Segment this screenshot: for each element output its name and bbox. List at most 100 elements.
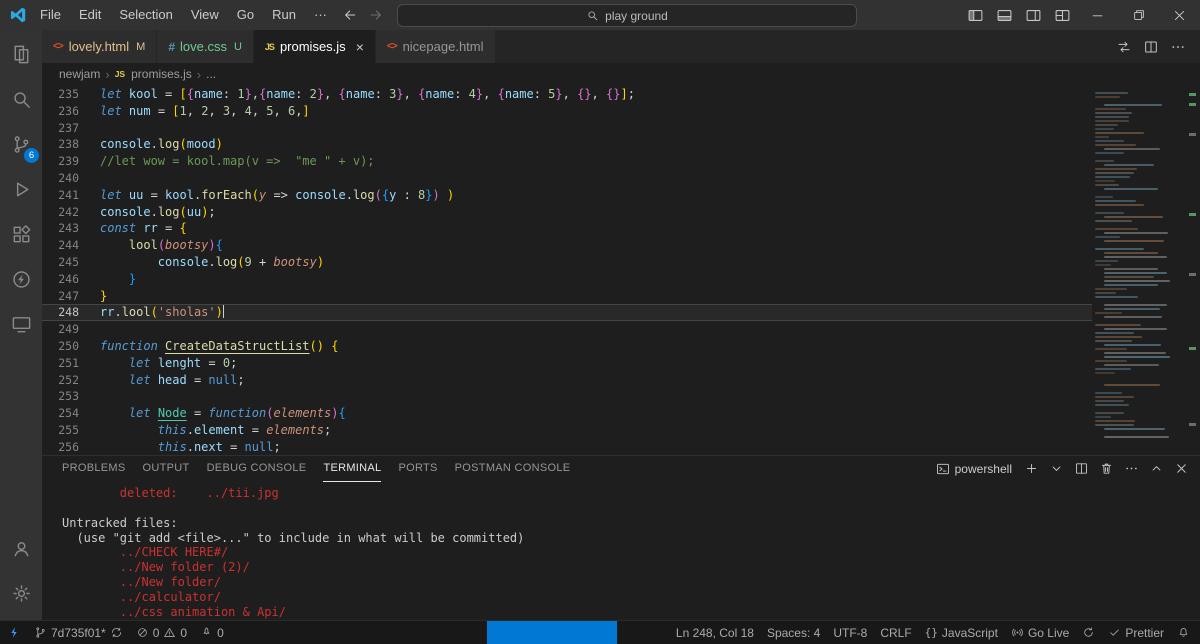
account-icon[interactable] (0, 526, 42, 571)
toggle-secondary-sidebar-icon[interactable] (1019, 0, 1048, 30)
breadcrumb-symbol[interactable]: ... (206, 67, 216, 81)
code-line-248[interactable]: 248 rr.lool('sholas') (42, 304, 1200, 322)
status-bar: 7d735f01* 0 0 0 Ln 248, Col 18 Spaces: 4… (0, 620, 1200, 644)
code-line-250[interactable]: 250 function CreateDataStructList() { (42, 338, 1200, 355)
panel-more-actions-icon[interactable] (1120, 458, 1142, 480)
minimize-window-button[interactable] (1077, 0, 1118, 30)
rocket-status[interactable]: 0 (200, 621, 224, 644)
tab-label: lovely.html (68, 39, 130, 54)
code-line-237[interactable]: 237 (42, 120, 1200, 137)
indentation-setting[interactable]: Spaces: 4 (767, 621, 820, 644)
tab-promises.js[interactable]: JS promises.js × (253, 30, 376, 63)
panel-tab-terminal[interactable]: TERMINAL (323, 456, 382, 482)
code-line-243[interactable]: 243 const rr = { (42, 220, 1200, 237)
panel-tab-postman-console[interactable]: POSTMAN CONSOLE (455, 456, 571, 482)
menu-edit[interactable]: Edit (70, 0, 110, 30)
code-line-239[interactable]: 239//let wow = kool.map(v => "me " + v); (42, 153, 1200, 170)
code-line-235[interactable]: 235 let kool = [{name: 1},{name: 2}, {nam… (42, 86, 1200, 103)
tab-love.css[interactable]: # love.css U (157, 30, 254, 63)
menu-go[interactable]: Go (228, 0, 263, 30)
command-center-search[interactable]: play ground (397, 4, 857, 27)
braces-icon: {} (924, 626, 938, 639)
terminal-dropdown-icon[interactable] (1045, 458, 1067, 480)
menu-overflow[interactable]: ··· (305, 0, 336, 30)
breadcrumb-file[interactable]: promises.js (131, 67, 192, 81)
status-accent-segment[interactable] (487, 621, 617, 644)
code-line-240[interactable]: 240 (42, 170, 1200, 187)
encoding-setting[interactable]: UTF-8 (833, 621, 867, 644)
extensions-icon[interactable] (0, 212, 42, 257)
close-window-button[interactable] (1159, 0, 1200, 30)
close-panel-icon[interactable] (1170, 458, 1192, 480)
compare-changes-icon[interactable] (1111, 32, 1136, 62)
menu-selection[interactable]: Selection (110, 0, 181, 30)
code-line-254[interactable]: 254 let Node = function(elements){ (42, 405, 1200, 422)
terminal-shell-selector[interactable]: powershell (936, 462, 1012, 476)
code-line-252[interactable]: 252 let head = null; (42, 372, 1200, 389)
forward-arrow-icon[interactable] (368, 7, 384, 23)
notifications-bell-icon[interactable] (1177, 621, 1190, 644)
new-terminal-icon[interactable] (1020, 458, 1042, 480)
code-line-256[interactable]: 256 this.next = null; (42, 439, 1200, 455)
toggle-sidebar-icon[interactable] (961, 0, 990, 30)
code-line-238[interactable]: 238 console.log(mood) (42, 136, 1200, 153)
remote-indicator-icon[interactable] (8, 621, 21, 644)
panel-tab-problems[interactable]: PROBLEMS (62, 456, 126, 482)
breadcrumb-folder[interactable]: newjam (59, 67, 100, 81)
toggle-panel-icon[interactable] (990, 0, 1019, 30)
customize-layout-icon[interactable] (1048, 0, 1077, 30)
code-line-255[interactable]: 255 this.element = elements; (42, 422, 1200, 439)
panel-tab-output[interactable]: OUTPUT (143, 456, 190, 482)
back-arrow-icon[interactable] (342, 7, 358, 23)
panel-tab-ports[interactable]: PORTS (398, 456, 437, 482)
kill-terminal-icon[interactable] (1095, 458, 1117, 480)
breadcrumb: newjam › JS promises.js › ... (42, 63, 1200, 85)
source-control-icon[interactable]: 6 (0, 122, 42, 167)
code-line-245[interactable]: 245 console.log(9 + bootsy) (42, 254, 1200, 271)
menu-view[interactable]: View (182, 0, 228, 30)
minimap[interactable] (1092, 85, 1186, 455)
code-line-247[interactable]: 247} (42, 288, 1200, 305)
menu-file[interactable]: File (31, 0, 70, 30)
settings-icon[interactable] (0, 571, 42, 616)
code-line-241[interactable]: 241 let uu = kool.forEach(y => console.lo… (42, 187, 1200, 204)
code-line-253[interactable]: 253 (42, 388, 1200, 405)
git-branch-status[interactable]: 7d735f01* (34, 621, 123, 644)
activity-bar: 6 (0, 30, 42, 620)
code-editor[interactable]: 235 let kool = [{name: 1},{name: 2}, {nam… (42, 85, 1200, 455)
panel-tab-debug-console[interactable]: DEBUG CONSOLE (207, 456, 307, 482)
code-line-244[interactable]: 244 lool(bootsy){ (42, 237, 1200, 254)
maximize-panel-icon[interactable] (1145, 458, 1167, 480)
split-editor-icon[interactable] (1138, 32, 1163, 62)
cursor-position[interactable]: Ln 248, Col 18 (676, 621, 754, 644)
run-debug-icon[interactable] (0, 167, 42, 212)
line-number: 235 (58, 87, 79, 101)
go-live-button[interactable]: Go Live (1011, 621, 1069, 644)
branch-name: 7d735f01* (51, 625, 106, 640)
code-line-246[interactable]: 246 } (42, 271, 1200, 288)
editor-more-actions-icon[interactable] (1165, 32, 1190, 62)
menu-run[interactable]: Run (263, 0, 305, 30)
split-terminal-icon[interactable] (1070, 458, 1092, 480)
thunder-client-icon[interactable] (0, 257, 42, 302)
overview-ruler[interactable] (1186, 85, 1200, 455)
explorer-icon[interactable] (0, 32, 42, 77)
code-line-242[interactable]: 242 console.log(uu); (42, 204, 1200, 221)
remote-explorer-icon[interactable] (0, 302, 42, 347)
close-tab-icon[interactable]: × (356, 40, 364, 54)
code-line-249[interactable]: 249 (42, 321, 1200, 338)
line-number: 249 (58, 322, 79, 337)
terminal-output[interactable]: deleted: ../tii.jpg Untracked files: (us… (42, 482, 1200, 620)
sync-settings-icon[interactable] (1082, 621, 1095, 644)
restore-window-button[interactable] (1118, 0, 1159, 30)
tab-nicepage.html[interactable]: <> nicepage.html (375, 30, 496, 63)
search-icon[interactable] (0, 77, 42, 122)
problems-status[interactable]: 0 0 (136, 621, 187, 644)
tab-lovely.html[interactable]: <> lovely.html M (42, 30, 158, 63)
eol-setting[interactable]: CRLF (880, 621, 911, 644)
language-mode[interactable]: {} JavaScript (925, 621, 998, 644)
formatter-status[interactable]: Prettier (1108, 621, 1164, 644)
title-bar: File Edit Selection View Go Run ··· play groun… (0, 0, 1200, 30)
code-line-251[interactable]: 251 let lenght = 0; (42, 355, 1200, 372)
code-line-236[interactable]: 236 let num = [1, 2, 3, 4, 5, 6,] (42, 103, 1200, 120)
